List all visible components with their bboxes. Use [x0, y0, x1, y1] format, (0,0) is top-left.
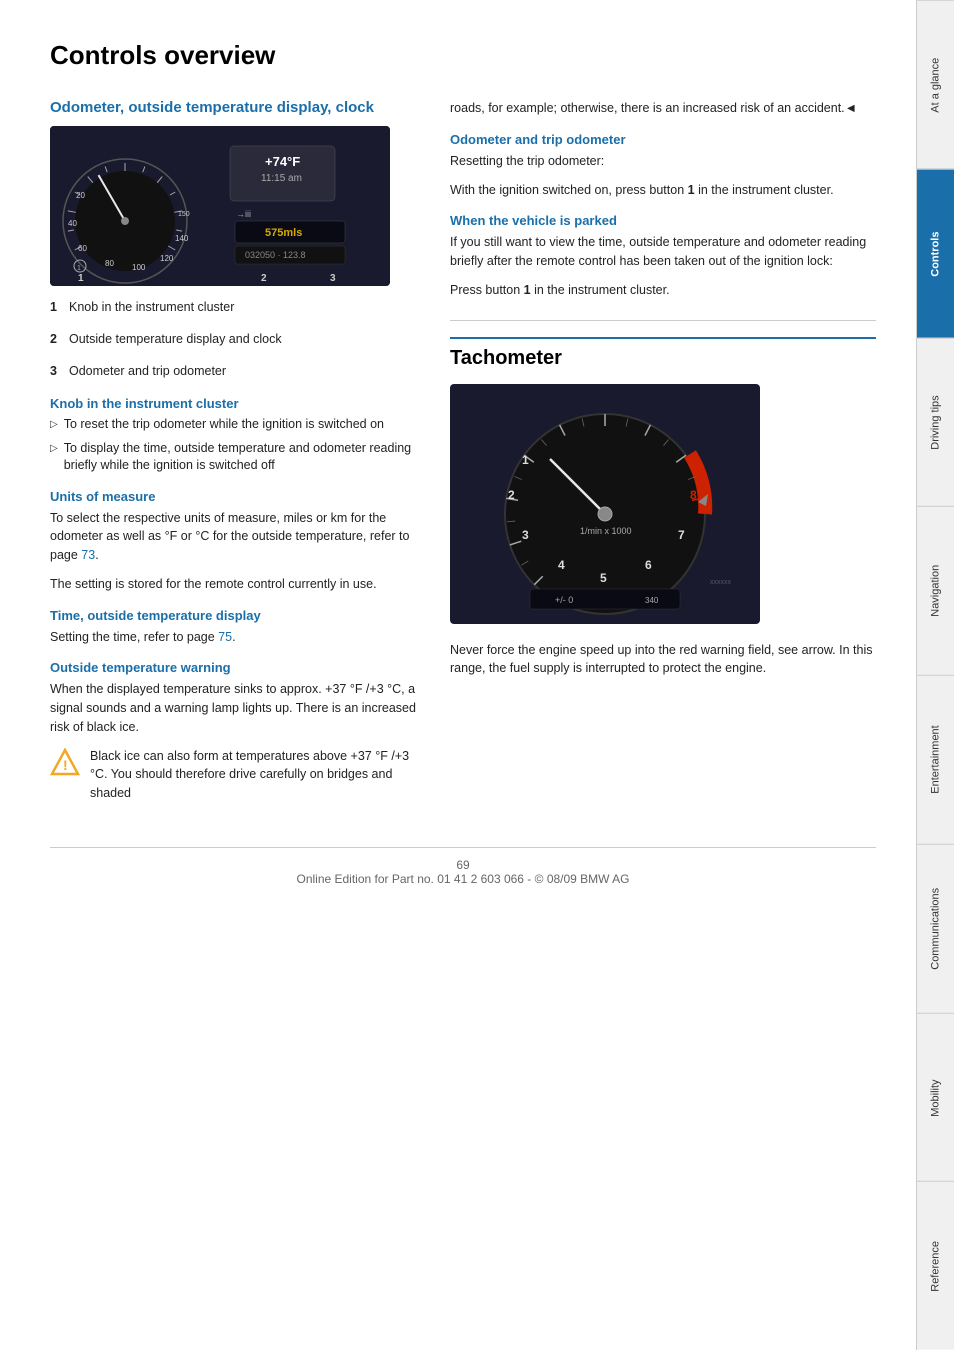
warning-triangle-icon: ! — [50, 748, 80, 776]
knob-bullet-1: ▷ To reset the trip odometer while the i… — [50, 416, 420, 434]
svg-text:4: 4 — [558, 558, 565, 572]
parked-heading: When the vehicle is parked — [450, 213, 876, 228]
svg-text:2: 2 — [261, 273, 267, 284]
svg-text:575mls: 575mls — [265, 227, 302, 239]
odometer-heading: Odometer and trip odometer — [450, 132, 876, 147]
svg-text:032050 · 123.8: 032050 · 123.8 — [245, 250, 306, 260]
svg-text:!: ! — [63, 757, 68, 773]
bullet-arrow-icon: ▷ — [50, 442, 58, 456]
sidebar-tab-reference[interactable]: Reference — [917, 1181, 954, 1350]
tachometer-image: 1 2 3 4 5 6 7 8 1/min x 1000 — [450, 384, 876, 627]
sidebar: At a glance Controls Driving tips Naviga… — [916, 0, 954, 1350]
label-2: 2 Outside temperature display and clock — [50, 332, 282, 346]
knob-bullet-list: ▷ To reset the trip odometer while the i… — [50, 416, 420, 475]
svg-text:40: 40 — [68, 219, 77, 228]
svg-text:+74°F: +74°F — [265, 154, 300, 169]
instrument-labels-2: 2 Outside temperature display and clock — [50, 332, 420, 346]
sidebar-tab-at-a-glance[interactable]: At a glance — [917, 0, 954, 169]
svg-text:7: 7 — [678, 528, 685, 542]
units-page-ref[interactable]: 73 — [81, 548, 95, 562]
parked-text: If you still want to view the time, outs… — [450, 233, 876, 271]
instrument-labels: 1 Knob in the instrument cluster — [50, 300, 420, 314]
svg-text:1/min x 1000: 1/min x 1000 — [580, 526, 632, 536]
sidebar-tab-mobility[interactable]: Mobility — [917, 1013, 954, 1182]
page-footer: 69 Online Edition for Part no. 01 41 2 6… — [50, 847, 876, 886]
page-title: Controls overview — [50, 40, 876, 71]
svg-text:1: 1 — [77, 265, 81, 272]
tachometer-text: Never force the engine speed up into the… — [450, 641, 876, 679]
section-divider — [450, 320, 876, 321]
svg-text:3: 3 — [330, 273, 336, 284]
svg-text:120: 120 — [160, 254, 174, 263]
sidebar-tab-communications[interactable]: Communications — [917, 844, 954, 1013]
svg-text:8: 8 — [690, 488, 697, 502]
outside-temp-text: When the displayed temperature sinks to … — [50, 680, 420, 736]
page-number: 69 — [456, 858, 469, 872]
instrument-cluster-image: 20 40 60 80 100 120 140 150 1 — [50, 126, 390, 286]
svg-text:80: 80 — [105, 259, 114, 268]
label-1: 1 Knob in the instrument cluster — [50, 300, 234, 314]
units-text: To select the respective units of measur… — [50, 509, 420, 565]
warning-box-text: Black ice can also form at temperatures … — [90, 747, 420, 803]
units-heading: Units of measure — [50, 489, 420, 504]
parked-text2: Press button 1 in the instrument cluster… — [450, 281, 876, 300]
odometer-text: Resetting the trip odometer: — [450, 152, 876, 171]
section1-heading: Odometer, outside temperature display, c… — [50, 99, 420, 116]
tachometer-heading: Tachometer — [450, 337, 876, 370]
time-page-ref[interactable]: 75 — [218, 630, 232, 644]
label-3: 3 Odometer and trip odometer — [50, 364, 226, 378]
bullet-arrow-icon: ▷ — [50, 418, 58, 432]
units-text2: The setting is stored for the remote con… — [50, 575, 420, 594]
svg-text:60: 60 — [78, 244, 87, 253]
knob-bullet-2: ▷ To display the time, outside temperatu… — [50, 440, 420, 475]
knob-heading: Knob in the instrument cluster — [50, 396, 420, 411]
svg-text:20: 20 — [76, 191, 85, 200]
time-text: Setting the time, refer to page 75. — [50, 628, 420, 647]
intro-text: roads, for example; otherwise, there is … — [450, 99, 876, 118]
main-content: Controls overview Odometer, outside temp… — [0, 0, 916, 916]
svg-text:1: 1 — [522, 453, 529, 467]
time-heading: Time, outside temperature display — [50, 608, 420, 623]
odometer-text2: With the ignition switched on, press but… — [450, 181, 876, 200]
svg-text:150: 150 — [178, 211, 190, 218]
right-column: roads, for example; otherwise, there is … — [450, 99, 876, 817]
svg-text:2: 2 — [508, 488, 515, 502]
svg-text:1: 1 — [78, 273, 84, 284]
svg-text:xxxxxx: xxxxxx — [710, 579, 732, 586]
svg-text:340: 340 — [645, 596, 659, 605]
svg-text:→iii: →iii — [236, 209, 251, 219]
svg-text:5: 5 — [600, 571, 607, 585]
footer-text: Online Edition for Part no. 01 41 2 603 … — [296, 872, 629, 886]
svg-text:3: 3 — [522, 528, 529, 542]
svg-text:140: 140 — [175, 234, 189, 243]
sidebar-tab-driving-tips[interactable]: Driving tips — [917, 338, 954, 507]
outside-temp-heading: Outside temperature warning — [50, 660, 420, 675]
svg-text:100: 100 — [132, 263, 146, 272]
svg-text:+/- 0: +/- 0 — [555, 595, 573, 605]
instrument-labels-3: 3 Odometer and trip odometer — [50, 364, 420, 378]
sidebar-tab-entertainment[interactable]: Entertainment — [917, 675, 954, 844]
svg-text:11:15 am: 11:15 am — [261, 173, 302, 184]
sidebar-tab-navigation[interactable]: Navigation — [917, 506, 954, 675]
sidebar-tab-controls[interactable]: Controls — [917, 169, 954, 338]
warning-box: ! Black ice can also form at temperature… — [50, 747, 420, 803]
svg-text:6: 6 — [645, 558, 652, 572]
two-column-layout: Odometer, outside temperature display, c… — [50, 99, 876, 817]
left-column: Odometer, outside temperature display, c… — [50, 99, 420, 817]
